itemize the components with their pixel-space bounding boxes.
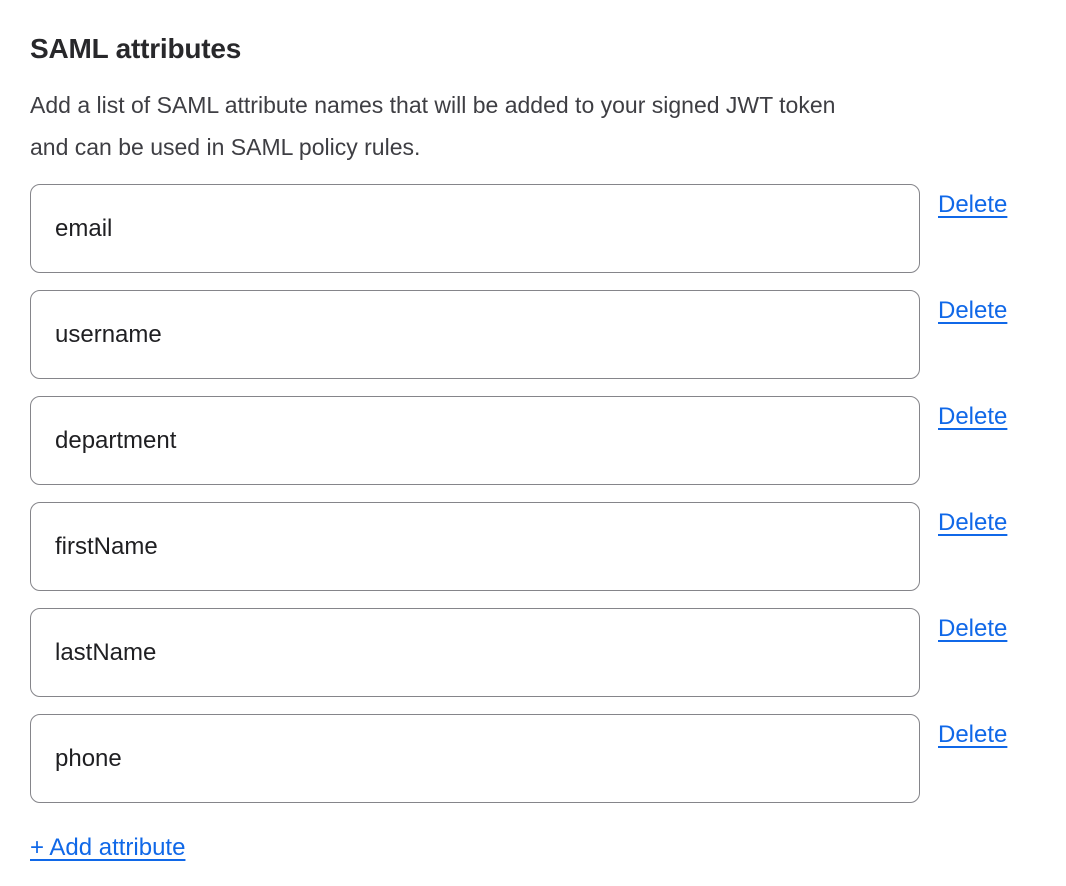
attribute-row: Delete [30,608,1023,697]
delete-link[interactable]: Delete [938,508,1007,538]
delete-link[interactable]: Delete [938,720,1007,750]
section-description: Add a list of SAML attribute names that … [30,84,1023,168]
attribute-input-lastname[interactable] [30,608,920,697]
attribute-list: Delete Delete Delete Delete Delete Delet… [30,184,1023,803]
section-description-line2: and can be used in SAML policy rules. [30,126,1023,168]
add-attribute-link[interactable]: + Add attribute [30,833,185,863]
attribute-input-firstname[interactable] [30,502,920,591]
section-description-line1: Add a list of SAML attribute names that … [30,84,1023,126]
section-title: SAML attributes [30,30,1023,68]
delete-link[interactable]: Delete [938,614,1007,644]
attribute-row: Delete [30,502,1023,591]
attribute-input-department[interactable] [30,396,920,485]
attribute-row: Delete [30,714,1023,803]
attribute-input-username[interactable] [30,290,920,379]
attribute-row: Delete [30,184,1023,273]
attribute-row: Delete [30,290,1023,379]
attribute-row: Delete [30,396,1023,485]
attribute-input-phone[interactable] [30,714,920,803]
saml-attributes-section: SAML attributes Add a list of SAML attri… [0,0,1066,863]
delete-link[interactable]: Delete [938,296,1007,326]
delete-link[interactable]: Delete [938,402,1007,432]
attribute-input-email[interactable] [30,184,920,273]
delete-link[interactable]: Delete [938,190,1007,220]
